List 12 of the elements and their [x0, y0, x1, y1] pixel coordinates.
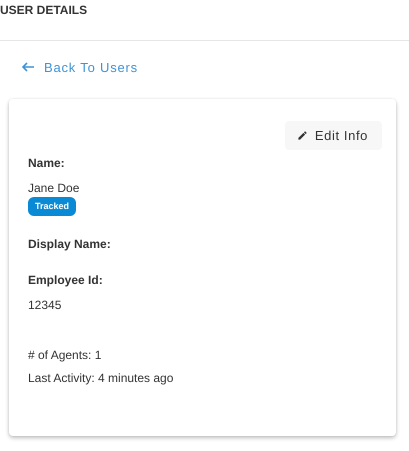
- arrow-left-icon: [21, 62, 35, 72]
- stat-text: Last Activity: 4 minutes ago: [28, 371, 174, 386]
- field-label: Name:: [28, 155, 66, 171]
- stat-text: # of Agents: 1: [28, 348, 102, 363]
- field-label: Display Name:: [28, 236, 112, 252]
- field-value: Jane Doe: [28, 181, 80, 196]
- status-badge: Tracked: [28, 197, 76, 216]
- field-value: 12345: [28, 298, 62, 313]
- field-label: Employee Id:: [28, 272, 104, 288]
- page-title: USER DETAILS: [0, 3, 88, 17]
- pencil-icon: [296, 130, 308, 141]
- edit-info-button[interactable]: Edit Info: [284, 121, 382, 150]
